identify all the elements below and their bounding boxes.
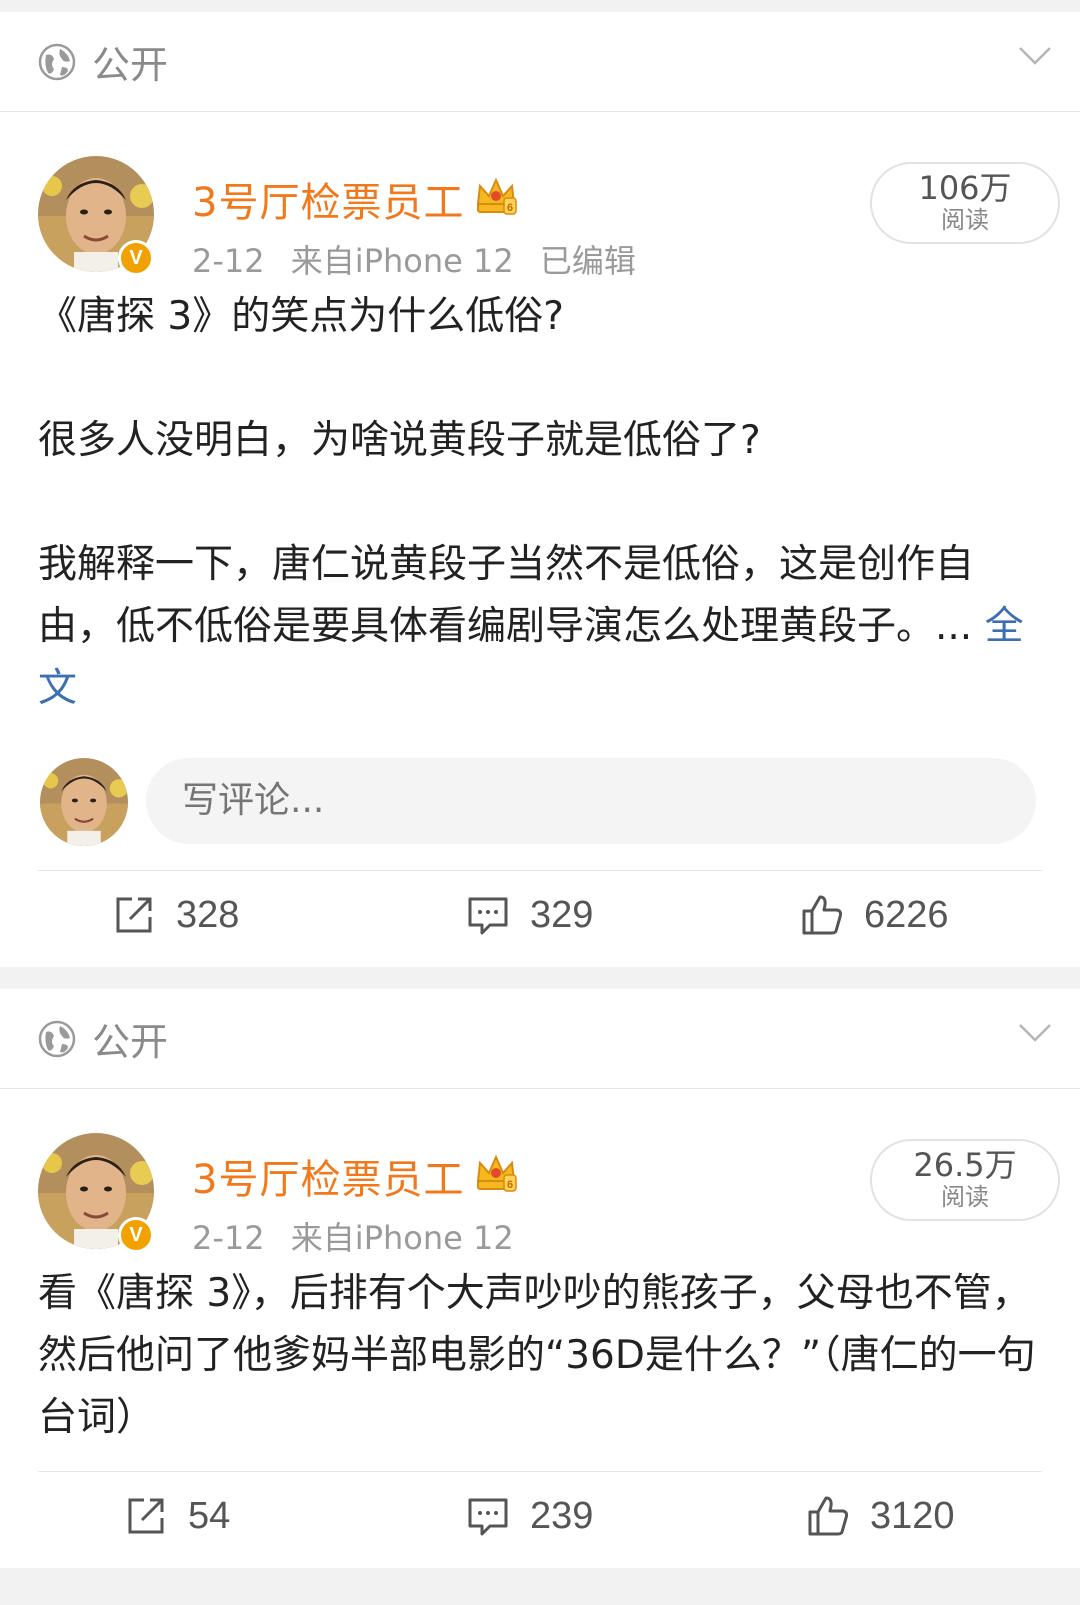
post-paragraph: 看《唐探 3》，后排有个大声吵吵的熊孩子，父母也不管，然后他问了他爹妈半部电影的… bbox=[38, 1271, 1036, 1440]
chevron-down-icon[interactable] bbox=[1018, 1023, 1052, 1043]
post-meta: 2-12 来自iPhone 12 bbox=[192, 1213, 530, 1259]
vip-crown-icon[interactable]: 6 bbox=[474, 174, 518, 216]
author-row: V 3号厅检票员工 6 2-12 来自iPhone 12 26.5万 阅读 bbox=[0, 1089, 1080, 1269]
post-paragraph: 《唐探 3》的笑点为什么低俗? bbox=[38, 294, 564, 339]
like-button[interactable]: 6226 bbox=[800, 893, 949, 937]
comment-icon bbox=[468, 1498, 508, 1536]
comment-icon bbox=[468, 897, 508, 935]
thumbs-up-icon bbox=[808, 1496, 849, 1536]
action-bar: 54 239 3120 bbox=[0, 1472, 1080, 1568]
reads-badge[interactable]: 26.5万 阅读 bbox=[870, 1139, 1060, 1221]
top-gap bbox=[0, 0, 1080, 12]
repost-button[interactable]: 328 bbox=[112, 893, 239, 937]
repost-count: 328 bbox=[176, 893, 240, 936]
like-count: 6226 bbox=[864, 893, 949, 936]
repost-button[interactable]: 54 bbox=[124, 1494, 230, 1538]
author-row: V 3号厅检票员工 6 2-12 来自iPhone 12 已编辑 106万 阅读 bbox=[0, 112, 1080, 292]
visibility-label: 公开 bbox=[92, 1020, 169, 1064]
comment-row bbox=[0, 740, 1080, 856]
post-paragraph: 很多人没明白，为啥说黄段子就是低俗了? bbox=[38, 418, 761, 463]
author-name[interactable]: 3号厅检票员工 bbox=[192, 1147, 464, 1205]
post-source: 来自iPhone 12 bbox=[290, 242, 514, 280]
post-date: 2-12 bbox=[192, 1219, 265, 1257]
post-paragraph-last: 我解释一下，唐仁说黄段子当然不是低俗，这是创作自由，低不低俗是要具体看编剧导演怎… bbox=[38, 534, 1042, 720]
action-bar: 328 329 6226 bbox=[0, 871, 1080, 967]
reads-badge[interactable]: 106万 阅读 bbox=[870, 162, 1060, 244]
globe-icon bbox=[38, 43, 76, 80]
reads-label: 阅读 bbox=[941, 206, 989, 234]
visibility-row[interactable]: 公开 bbox=[0, 989, 1080, 1089]
repost-icon bbox=[116, 897, 152, 933]
comment-button[interactable]: 239 bbox=[466, 1494, 593, 1538]
post-card: 公开 V 3号厅检票员工 6 2-12 来自iPhone 12 26.5万 阅读… bbox=[0, 989, 1080, 1568]
verified-badge-icon: V bbox=[118, 240, 154, 276]
post-body: 看《唐探 3》，后排有个大声吵吵的熊孩子，父母也不管，然后他问了他爹妈半部电影的… bbox=[0, 1263, 1080, 1449]
repost-count: 54 bbox=[188, 1494, 231, 1537]
post-card: 公开 V 3号厅检票员工 6 2-12 来自iPhone 12 已编辑 106万… bbox=[0, 12, 1080, 967]
comment-count: 239 bbox=[530, 1494, 594, 1537]
repost-icon bbox=[128, 1498, 164, 1534]
post-source: 来自iPhone 12 bbox=[290, 1219, 514, 1257]
edited-label: 已编辑 bbox=[539, 242, 636, 280]
like-button[interactable]: 3120 bbox=[806, 1494, 955, 1538]
visibility-label: 公开 bbox=[92, 43, 169, 87]
comment-button[interactable]: 329 bbox=[466, 893, 593, 937]
post-paragraph-text: 我解释一下，唐仁说黄段子当然不是低俗，这是创作自由，低不低俗是要具体看编剧导演怎… bbox=[38, 542, 975, 649]
like-count: 3120 bbox=[870, 1494, 955, 1537]
thumbs-up-icon bbox=[802, 895, 843, 935]
verified-badge-icon: V bbox=[118, 1217, 154, 1253]
globe-icon bbox=[38, 1020, 76, 1057]
comment-input[interactable] bbox=[146, 758, 1036, 844]
comment-count: 329 bbox=[530, 893, 594, 936]
post-body: 《唐探 3》的笑点为什么低俗? 很多人没明白，为啥说黄段子就是低俗了? 我解释一… bbox=[0, 286, 1080, 720]
reads-count: 106万 bbox=[918, 169, 1012, 207]
vip-crown-icon[interactable]: 6 bbox=[474, 1151, 518, 1193]
svg-text:6: 6 bbox=[507, 1179, 513, 1191]
author-name[interactable]: 3号厅检票员工 bbox=[192, 170, 464, 228]
reads-label: 阅读 bbox=[941, 1183, 989, 1211]
visibility-row[interactable]: 公开 bbox=[0, 12, 1080, 112]
post-date: 2-12 bbox=[192, 242, 265, 280]
svg-text:6: 6 bbox=[507, 202, 513, 214]
reads-count: 26.5万 bbox=[913, 1146, 1017, 1184]
chevron-down-icon[interactable] bbox=[1018, 46, 1052, 66]
my-avatar bbox=[40, 758, 128, 846]
separator bbox=[0, 967, 1080, 989]
post-meta: 2-12 来自iPhone 12 已编辑 bbox=[192, 236, 652, 282]
